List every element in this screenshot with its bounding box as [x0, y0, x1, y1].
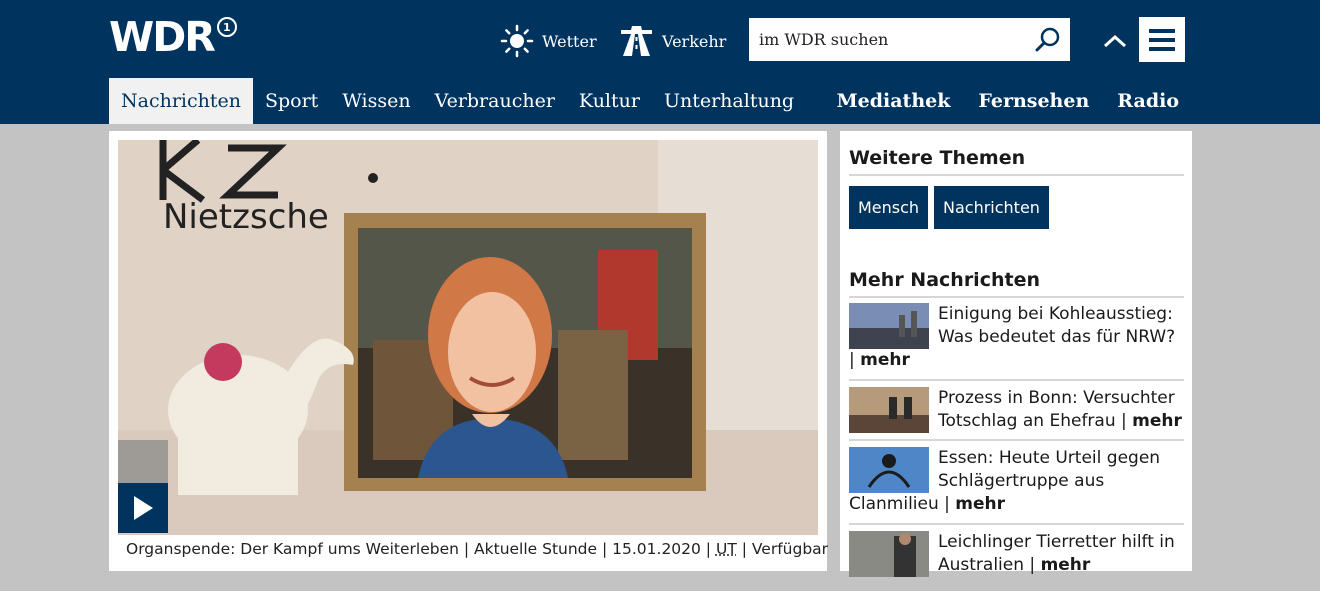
news-thumbnail — [849, 387, 929, 433]
nav-item-radio[interactable]: Radio — [1117, 78, 1179, 124]
nav-item-fernsehen[interactable]: Fernsehen — [978, 78, 1089, 124]
more-news-title: Mehr Nachrichten — [849, 269, 1184, 298]
news-thumbnail — [849, 303, 929, 349]
caption-tail: | Verfügbar — [741, 540, 829, 558]
news-item[interactable]: Prozess in Bonn: Versuchter Totschlag an… — [849, 387, 1184, 441]
nav-item-mediathek[interactable]: Mediathek — [837, 78, 951, 124]
traffic-label: Verkehr — [662, 31, 727, 51]
news-thumbnail — [849, 447, 929, 493]
search-icon — [1035, 27, 1060, 51]
news-thumbnail — [849, 531, 929, 577]
search-button[interactable] — [1026, 18, 1070, 61]
video-caption: Organspende: Der Kampf ums Weiterleben |… — [126, 540, 829, 558]
wall-text: Nietzsche — [163, 197, 329, 237]
sun-icon — [500, 24, 534, 58]
menu-button[interactable] — [1139, 17, 1185, 62]
logo-text: WDR — [109, 13, 216, 61]
nav-item-kultur[interactable]: Kultur — [567, 78, 652, 124]
tag-mensch[interactable]: Mensch — [849, 186, 929, 229]
main-nav: Nachrichten Sport Wissen Verbraucher Kul… — [109, 78, 806, 124]
video-still-image: Nietzsche — [118, 140, 818, 535]
weather-label: Wetter — [542, 31, 597, 51]
tag-nachrichten[interactable]: Nachrichten — [934, 186, 1049, 229]
more-link[interactable]: mehr — [860, 350, 910, 370]
search-box — [749, 18, 1070, 61]
news-item[interactable]: Leichlinger Tierretter hilft in Australi… — [849, 531, 1184, 591]
nav-item-nachrichten[interactable]: Nachrichten — [109, 78, 253, 124]
collapse-button[interactable] — [1100, 26, 1130, 56]
secondary-nav: Mediathek Fernsehen Radio — [837, 78, 1179, 124]
topics-title: Weitere Themen — [849, 147, 1184, 176]
nav-item-sport[interactable]: Sport — [253, 78, 330, 124]
play-button[interactable] — [118, 483, 168, 533]
caption-ut[interactable]: UT — [716, 540, 737, 558]
site-header: WDR 1 Wetter Verkehr im WDR suchen Nachr… — [0, 0, 1320, 124]
nav-item-unterhaltung[interactable]: Unterhaltung — [652, 78, 806, 124]
traffic-link[interactable]: Verkehr — [619, 24, 726, 58]
video-player[interactable]: Nietzsche — [118, 140, 818, 535]
search-input[interactable] — [749, 19, 1026, 60]
more-link[interactable]: mehr — [1132, 411, 1182, 431]
wdr-logo[interactable]: WDR 1 — [109, 13, 237, 61]
ard-one-icon: 1 — [216, 17, 237, 37]
hamburger-icon — [1149, 28, 1175, 33]
news-item[interactable]: Einigung bei Kohleausstieg: Was bedeutet… — [849, 303, 1184, 381]
more-link[interactable]: mehr — [1041, 555, 1091, 575]
weather-link[interactable]: Wetter — [500, 24, 597, 58]
chevron-up-icon — [1103, 34, 1127, 48]
play-icon — [134, 496, 153, 520]
nav-item-verbraucher[interactable]: Verbraucher — [423, 78, 567, 124]
caption-text: Organspende: Der Kampf ums Weiterleben |… — [126, 540, 712, 558]
news-item[interactable]: Essen: Heute Urteil gegen Schlägertruppe… — [849, 447, 1184, 525]
nav-item-wissen[interactable]: Wissen — [330, 78, 422, 124]
more-link[interactable]: mehr — [955, 494, 1005, 514]
motorway-icon — [621, 26, 652, 56]
